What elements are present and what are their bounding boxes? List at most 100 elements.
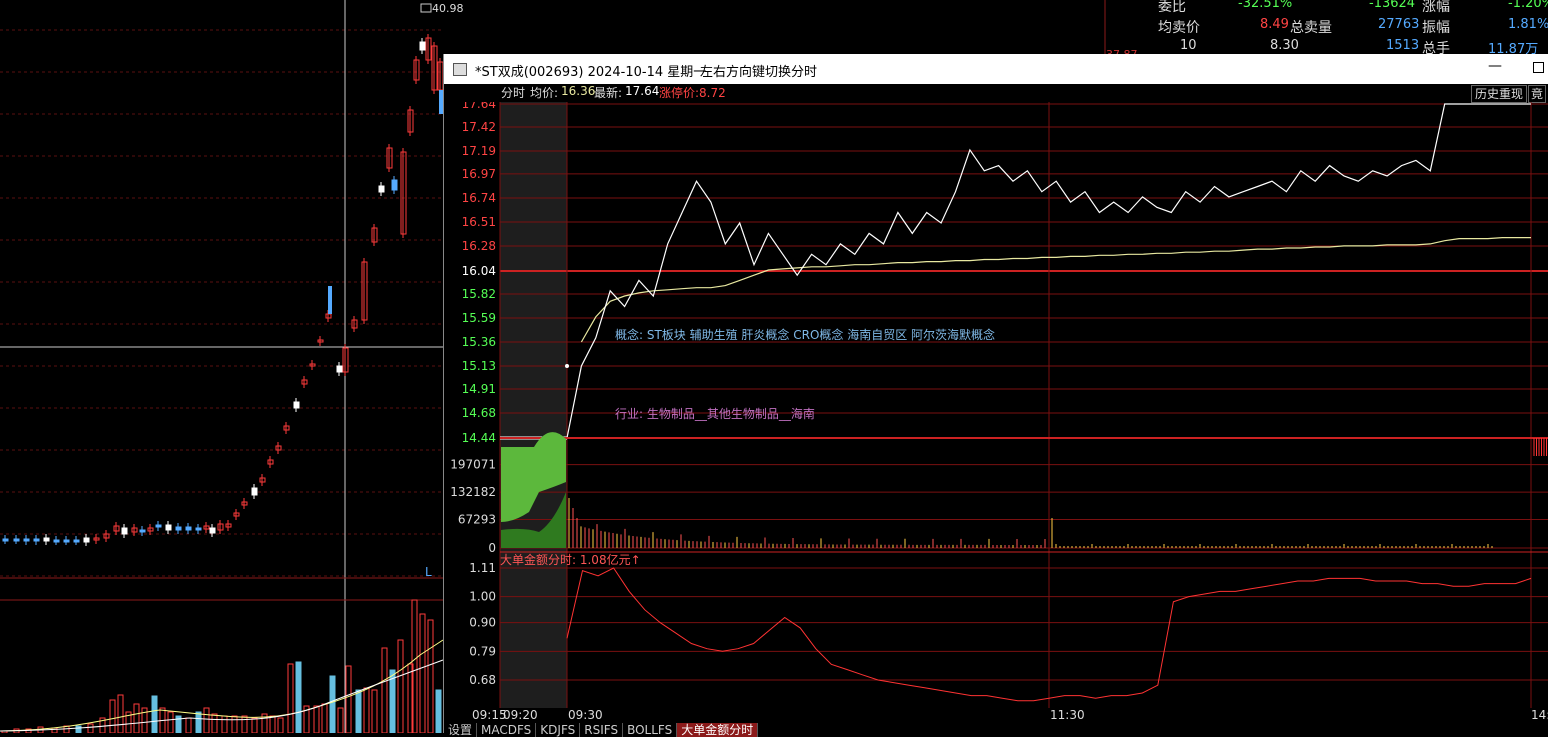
minimize-button[interactable]: —	[1484, 58, 1506, 78]
bg-candle	[175, 526, 182, 531]
intraday-window: *ST双成(002693) 2024-10-14 星期一 左右方向键切换分时 —…	[443, 54, 1548, 737]
tab-big-order[interactable]: 大单金额分时	[677, 723, 759, 737]
volume-tick-label: 197071	[450, 458, 496, 472]
bg-volume-bar	[397, 639, 404, 733]
price-axis: 17.64 17.42 17.19 16.97 16.74 16.51 16.28 16.04…	[462, 102, 496, 445]
bg-volume-bar	[195, 711, 202, 733]
bg-volume-bar	[241, 715, 248, 733]
bg-candle	[53, 539, 60, 543]
quote-panel: 委比 -32.51% -13624 涨幅 -1.20% 均卖价 8.49 总卖量…	[1158, 0, 1548, 57]
bg-volume-bar	[427, 619, 434, 733]
bg-candle	[13, 538, 20, 542]
tab-macdfs[interactable]: MACDFS	[477, 723, 537, 737]
bg-volume-bar	[329, 675, 336, 733]
bg-volume-bar	[117, 694, 124, 733]
bg-candle	[139, 529, 146, 533]
bg-volume-bar	[203, 707, 210, 733]
price-tick-label: 17.42	[462, 120, 496, 134]
bg-volume-bar	[381, 647, 388, 733]
price-marker-icon	[420, 3, 432, 13]
bg-volume-bar	[231, 715, 238, 733]
price-tick-label: 16.04	[462, 264, 496, 278]
background-candles	[2, 34, 444, 546]
volume-tick-label: 0	[488, 541, 496, 555]
bg-volume-bar	[167, 711, 174, 733]
pre-open-shading	[500, 102, 567, 708]
bg-volume-bar	[185, 717, 192, 733]
price-tick-label: 17.19	[462, 144, 496, 158]
bg-candle	[155, 524, 162, 528]
bg-volume-bar	[269, 715, 276, 733]
bg-volume-bar	[75, 725, 82, 733]
price-tick-label: 16.28	[462, 239, 496, 253]
bg-candle	[165, 524, 172, 531]
price-tick-label: 15.82	[462, 287, 496, 301]
tab-bollfs[interactable]: BOLLFS	[623, 723, 678, 737]
big-order-grid	[500, 551, 1548, 681]
time-label-0920: 09:20	[503, 708, 538, 722]
time-label-0930: 09:30	[568, 708, 603, 722]
latest-price-value: 17.64	[625, 84, 660, 98]
price-tick-label: 14.44	[462, 431, 496, 445]
bg-candle	[83, 537, 90, 543]
bg-volume-bar	[211, 713, 218, 733]
bg-candle	[378, 185, 385, 193]
bg-volume-bar	[371, 689, 378, 733]
bg-candle	[336, 365, 343, 373]
volume-tick-label: 67293	[458, 513, 496, 527]
bg-volume-bar	[345, 665, 352, 733]
big-order-tick-label: 1.11	[469, 561, 496, 575]
bg-volume-bar	[337, 707, 344, 733]
latest-price-label: 最新:	[594, 86, 623, 100]
bg-candle	[121, 527, 128, 535]
bg-candle	[251, 487, 258, 496]
background-volume	[0, 599, 444, 733]
history-replay-button[interactable]: 历史重现	[1471, 85, 1528, 103]
price-tick-label: 15.36	[462, 335, 496, 349]
auction-button[interactable]: 竟	[1528, 85, 1547, 103]
big-order-label: 大单金额分时: 1.08亿元↑	[500, 552, 641, 567]
price-tick-label: 14.91	[462, 382, 496, 396]
price-tick-label: 14.68	[462, 406, 496, 420]
window-title: *ST双成(002693) 2024-10-14 星期一	[475, 65, 707, 80]
tab-kdjfs[interactable]: KDJFS	[536, 723, 581, 737]
bg-candle	[2, 538, 9, 542]
bg-candle	[73, 539, 80, 543]
intraday-chart: 17.64 17.42 17.19 16.97 16.74 16.51 16.28 16.04…	[450, 102, 1548, 722]
bg-volume-bar	[355, 689, 362, 733]
price-tick-label: 16.51	[462, 215, 496, 229]
bg-volume-bar	[287, 663, 294, 733]
bg-volume-bar	[251, 717, 258, 733]
big-order-tick-label: 0.90	[469, 616, 496, 630]
tab-settings[interactable]: 设置	[444, 723, 478, 737]
time-axis: 09:15 09:20 09:30 11:30 14:5	[472, 708, 1548, 722]
maximize-button[interactable]	[1528, 59, 1548, 79]
window-app-icon	[453, 63, 467, 76]
fenshi-label: 分时	[501, 86, 526, 100]
open-point	[565, 363, 569, 368]
limit-up-price: 涨停价:8.72	[659, 86, 726, 100]
bg-volume-bar	[51, 727, 58, 733]
bg-volume-bar	[277, 717, 284, 733]
bg-candle	[23, 538, 30, 542]
bg-candle	[185, 526, 192, 531]
concept-text: 概念: ST板块 辅助生殖 肝炎概念 CRO概念 海南自贸区 阿尔茨海默概念	[615, 327, 995, 342]
bg-volume-bar	[221, 715, 228, 733]
big-order-axis: 1.11 1.00 0.90 0.79 0.68	[469, 561, 496, 687]
bg-volume-bar	[133, 703, 140, 733]
time-label-1500: 14:5	[1531, 708, 1548, 722]
price-tick-label: 16.97	[462, 167, 496, 181]
price-tick-label: 15.59	[462, 311, 496, 325]
time-label-0915: 09:15	[472, 708, 507, 722]
avg-price-line	[580, 237, 1531, 343]
tab-rsifs[interactable]: RSIFS	[580, 723, 624, 737]
big-order-tick-label: 0.79	[469, 644, 496, 658]
bg-volume-bar	[363, 687, 370, 733]
big-order-tick-label: 1.00	[469, 590, 496, 604]
window-titlebar[interactable]: *ST双成(002693) 2024-10-14 星期一 左右方向键切换分时 —	[444, 54, 1548, 84]
price-grid	[499, 102, 1548, 708]
bg-candle	[293, 401, 300, 409]
bg-candle	[209, 527, 216, 534]
bg-candle	[33, 538, 40, 542]
bg-volume-bar	[109, 699, 116, 733]
